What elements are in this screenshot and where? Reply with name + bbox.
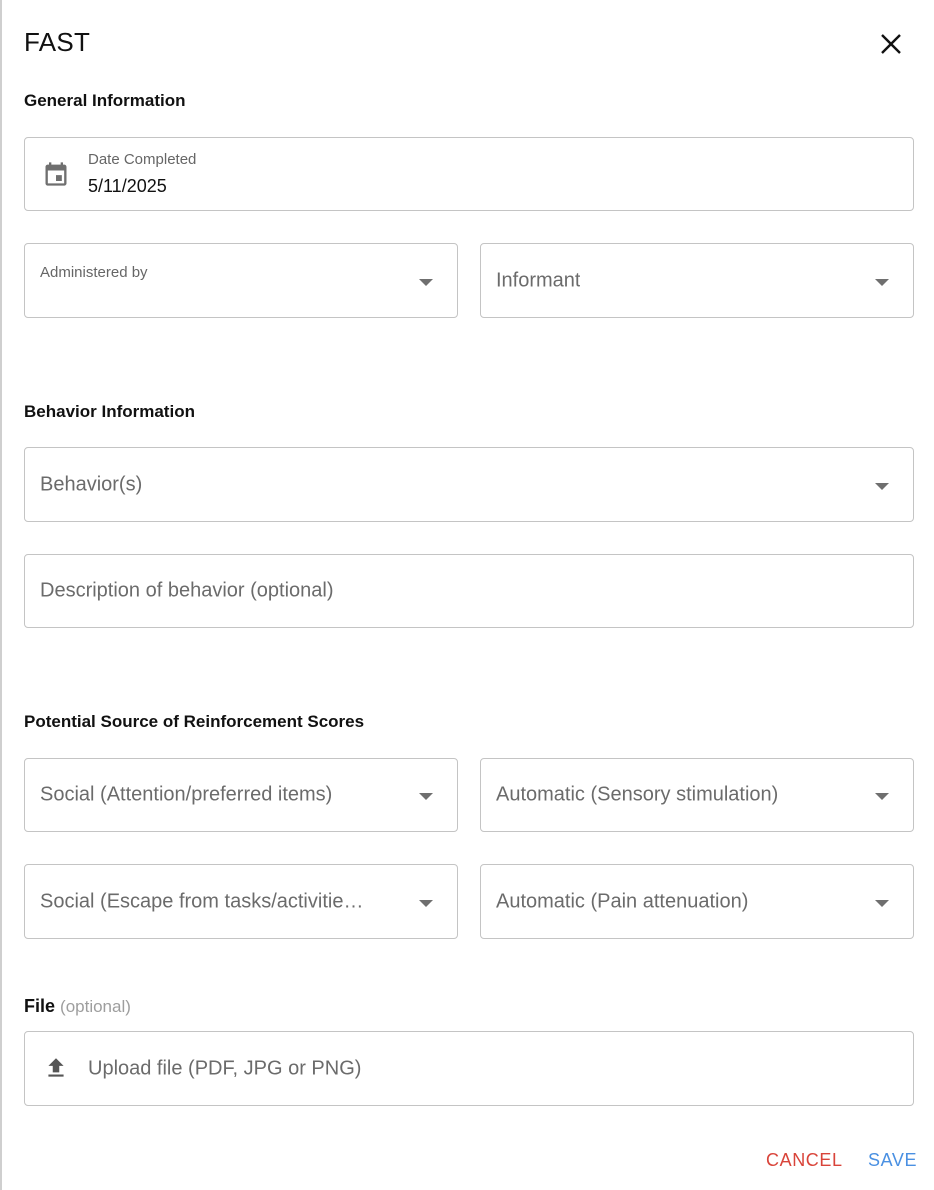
file-label: File (optional) [24,996,131,1017]
behaviors-placeholder: Behavior(s) [40,473,143,495]
dropdown-arrow-icon [875,793,889,800]
file-label-text: File [24,996,56,1016]
calendar-icon [45,162,67,186]
automatic-pain-placeholder: Automatic (Pain attenuation) [496,890,749,912]
close-icon [881,34,901,54]
informant-placeholder: Informant [496,269,581,291]
dropdown-arrow-icon [419,793,433,800]
automatic-sensory-placeholder: Automatic (Sensory stimulation) [496,783,779,806]
social-escape-select[interactable]: Social (Escape from tasks/activitie… [24,864,458,939]
behavior-description-input[interactable]: Description of behavior (optional) [24,554,914,628]
reinforcement-heading: Potential Source of Reinforcement Scores [24,712,365,731]
dropdown-arrow-icon [419,899,433,907]
general-info-heading: General Information [24,91,186,110]
cancel-button[interactable]: CANCEL [766,1150,843,1171]
fast-dialog: FAST General Information Date Completed … [2,0,934,1190]
social-attention-placeholder: Social (Attention/preferred items) [40,783,333,806]
date-completed-value: 5/11/2025 [88,176,167,196]
social-attention-select[interactable]: Social (Attention/preferred items) [24,758,458,832]
automatic-pain-select[interactable]: Automatic (Pain attenuation) [480,864,914,939]
dropdown-arrow-icon [419,278,433,286]
dropdown-arrow-icon [875,899,889,907]
upload-file-text: Upload file (PDF, JPG or PNG) [88,1057,362,1079]
administered-by-select[interactable]: Administered by [24,243,458,318]
dialog-title: FAST [24,27,91,57]
file-upload-field[interactable]: Upload file (PDF, JPG or PNG) [24,1031,914,1106]
administered-by-label: Administered by [40,264,148,281]
close-button[interactable] [874,27,908,61]
automatic-sensory-select[interactable]: Automatic (Sensory stimulation) [480,758,914,832]
date-completed-field[interactable]: Date Completed 5/11/2025 [24,137,914,211]
informant-select[interactable]: Informant [480,243,914,318]
dropdown-arrow-icon [875,482,889,490]
upload-icon [48,1058,64,1077]
file-optional-text: (optional) [60,997,131,1016]
behavior-info-heading: Behavior Information [24,402,195,421]
social-escape-placeholder: Social (Escape from tasks/activitie… [40,890,364,912]
date-completed-label: Date Completed [88,151,197,168]
dropdown-arrow-icon [875,278,889,286]
behavior-description-placeholder: Description of behavior (optional) [40,579,334,602]
save-button[interactable]: SAVE [868,1150,917,1171]
behaviors-select[interactable]: Behavior(s) [24,447,914,522]
